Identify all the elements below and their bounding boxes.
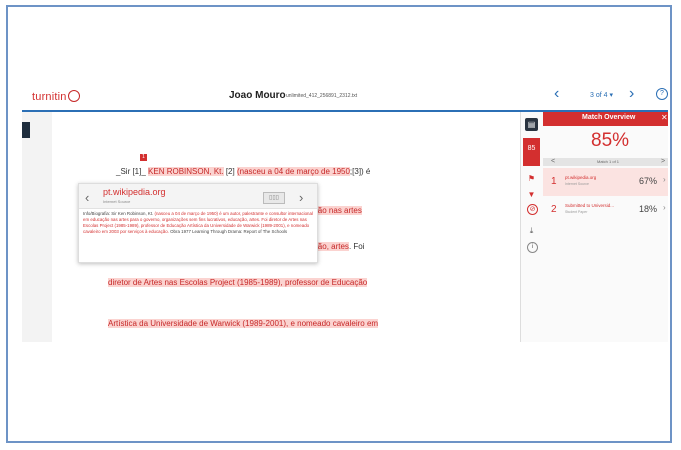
flag-icon[interactable]: ⚑ [525,172,538,185]
close-icon[interactable]: ✕ [661,113,668,122]
document-page: 1 _Sir [1]_ KEN ROBINSON, Kt. [2] (nasce… [52,112,520,342]
line1-plain: _Sir [1]_ [116,167,146,176]
match-source-name: Submitted to Universid... [565,203,615,208]
match-percentage: 18% [639,204,658,214]
text-line-1: _Sir [1]_ KEN ROBINSON, Kt. [2] (nasceu … [116,167,370,176]
overall-similarity: 85% [591,130,630,151]
line1-ref: [2] [223,167,237,176]
side-toolbar: ▤ 85 ⚑ ▼ ⊘ ⤓ i [520,112,543,342]
popup-source-domain[interactable]: pt.wikipedia.org [103,187,166,197]
match-source-name: pt.wikipedia.org [565,175,597,180]
logo-text: turnitin [32,91,67,103]
match-source-type: Internet Source [565,182,589,186]
popup-source-text: Info/Biografia: Sir Ken Robinson, Kt. (n… [83,211,313,235]
popup-source-type: Internet Source [103,199,131,204]
match-row[interactable]: 2 Submitted to Universid... Student Pape… [543,196,668,224]
popup-text-suffix: Obra 1977 Learning Through Drama: Report… [168,229,288,234]
chevron-right-icon[interactable]: › [663,203,666,212]
line3-end: . Foi [348,242,365,251]
turnitin-viewer: turnitin Joao Mouro unlimited_412_256891… [22,82,668,342]
panel-header: Match Overview ✕ [543,112,668,126]
previous-paper-icon[interactable]: ‹ [554,85,559,103]
line1-highlight[interactable]: (nasceu a 04 de março de 1950 [236,167,350,176]
globe-icon [67,90,80,102]
match-navigator: < Match 1 of 1 > [543,158,668,166]
match-counter: Match 1 of 1 [597,159,620,164]
text-line-5[interactable]: Artística da Universidade de Warwick (19… [108,319,379,328]
match-source-type: Student Paper [565,210,588,214]
next-match-icon[interactable]: > [661,158,665,165]
match-percentage: 67% [639,176,658,186]
side-panel-tab[interactable] [22,122,30,138]
top-bar: turnitin Joao Mouro unlimited_412_256891… [22,82,668,112]
layers-icon[interactable]: ▤ [525,118,538,131]
next-paper-icon[interactable]: › [629,85,634,103]
line1-end: ;[3]) é [349,167,371,176]
filter-icon[interactable]: ▼ [525,188,538,201]
match-number: 1 [551,176,557,187]
download-icon[interactable]: ⤓ [525,224,538,237]
help-icon[interactable]: ? [656,88,668,100]
previous-match-icon[interactable]: < [551,158,555,165]
match-row[interactable]: 1 pt.wikipedia.org Internet Source 67% › [543,168,668,196]
info-icon[interactable]: i [527,242,538,253]
match-marker[interactable]: 1 [140,154,147,161]
panel-title: Match Overview [582,114,636,121]
match-overview-panel: Match Overview ✕ 85% < Match 1 of 1 > 1 … [543,112,668,342]
similarity-score-button[interactable]: 85 [523,138,540,166]
popup-prev-icon[interactable]: ‹ [85,190,89,205]
popup-next-icon[interactable]: › [299,190,303,205]
source-popup: ‹ pt.wikipedia.org Internet Source ▯▯▯ ›… [78,183,318,263]
text-line-4[interactable]: diretor de Artes nas Escolas Project (19… [108,278,368,287]
file-name: unlimited_412_256891_2312.txt [286,93,358,99]
paper-selector[interactable]: 3 of 4 ▾ [590,91,613,99]
document-area: 1 _Sir [1]_ KEN ROBINSON, Kt. [2] (nasce… [22,112,520,342]
exclude-icon[interactable]: ⊘ [527,204,538,215]
line1-name[interactable]: KEN ROBINSON, Kt. [148,167,224,176]
author-name: Joao Mouro [229,90,286,101]
full-source-icon[interactable]: ▯▯▯ [263,192,285,204]
turnitin-logo[interactable]: turnitin [32,90,80,103]
match-number: 2 [551,204,557,215]
popup-text-prefix: Info/Biografia: Sir Ken Robinson, Kt. [83,211,155,216]
chevron-right-icon[interactable]: › [663,175,666,184]
